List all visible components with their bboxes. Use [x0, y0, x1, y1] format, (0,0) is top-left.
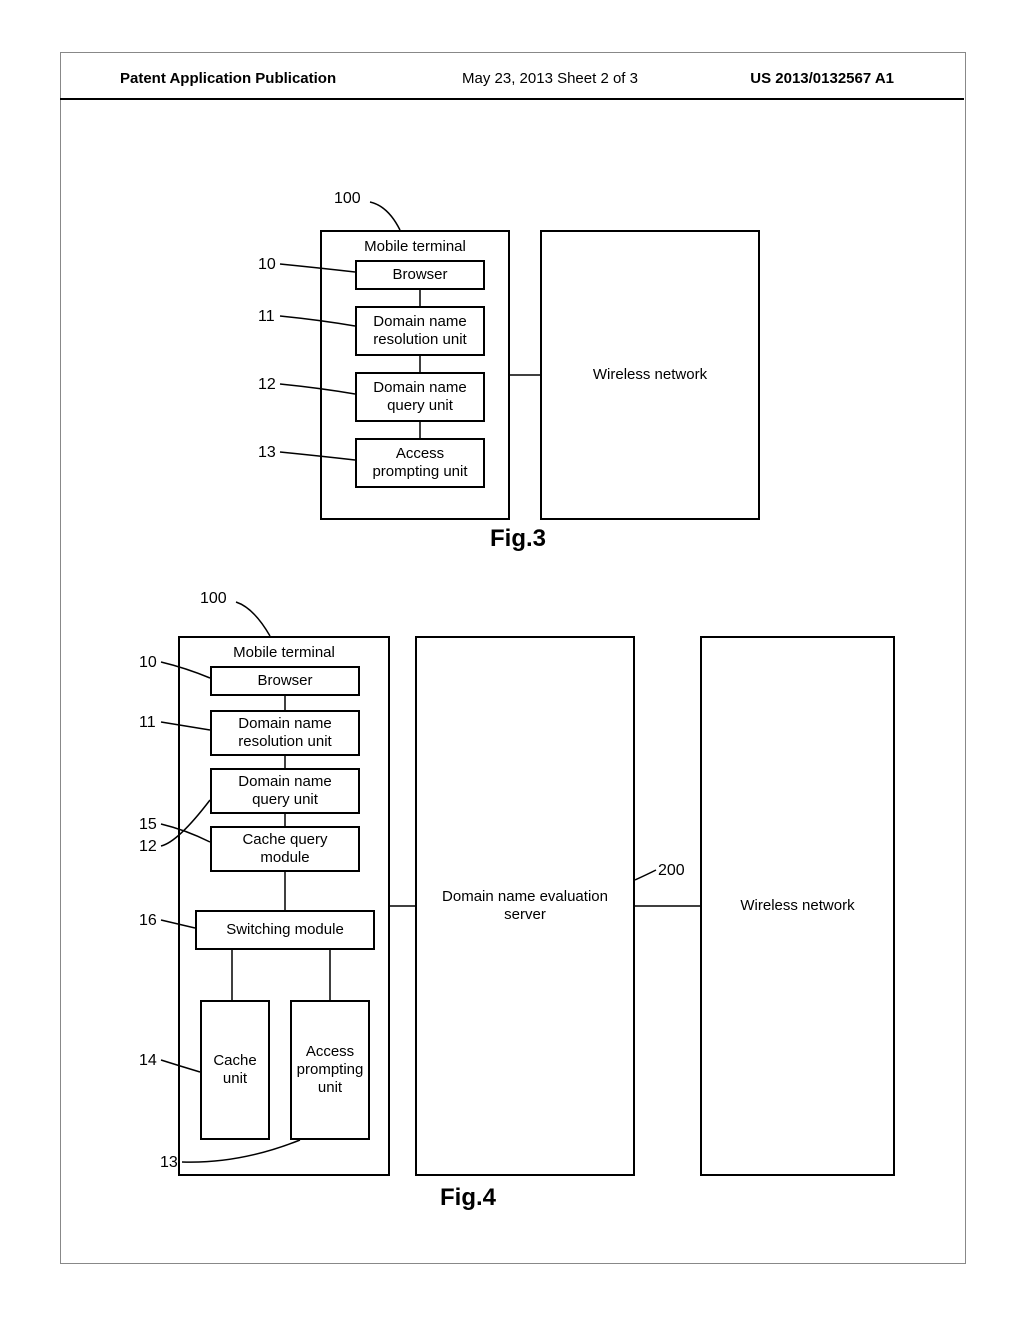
- fig3-wireless-label: Wireless network: [587, 362, 713, 388]
- fig3-browser-label: Browser: [386, 262, 453, 288]
- fig4-ref-11: 11: [139, 714, 156, 732]
- fig3-ref-13: 13: [258, 444, 276, 462]
- fig3-apu-label: Access prompting unit: [357, 441, 483, 485]
- fig4-apu-box: Access prompting unit: [290, 1000, 370, 1140]
- fig4-cache-box: Cache unit: [200, 1000, 270, 1140]
- fig3-mobile-terminal-label: Mobile terminal: [358, 232, 472, 260]
- fig4-dnqu-box: Domain name query unit: [210, 768, 360, 814]
- fig4-swm-label: Switching module: [220, 917, 350, 943]
- fig4-browser-box: Browser: [210, 666, 360, 696]
- fig4-dns-server-label: Domain name evaluation server: [417, 884, 633, 928]
- fig4-browser-label: Browser: [251, 668, 318, 694]
- fig4-ref-10: 10: [139, 654, 157, 672]
- header-right: US 2013/0132567 A1: [750, 70, 894, 87]
- fig3-apu-box: Access prompting unit: [355, 438, 485, 488]
- fig3-dnru-label: Domain name resolution unit: [357, 309, 483, 353]
- fig3-ref-100: 100: [334, 190, 361, 208]
- fig4-ref-14: 14: [139, 1052, 157, 1070]
- fig4-mobile-terminal-label: Mobile terminal: [227, 638, 341, 666]
- fig4-ref-15: 15: [139, 816, 157, 834]
- page-header: Patent Application Publication May 23, 2…: [60, 70, 964, 100]
- fig4-ref-13: 13: [160, 1154, 178, 1172]
- fig4-apu-label: Access prompting unit: [291, 1039, 370, 1101]
- fig4-ref-16: 16: [139, 912, 157, 930]
- fig4-ref-100: 100: [200, 590, 227, 608]
- fig4-wireless-box: Wireless network: [700, 636, 895, 1176]
- fig4-dnru-box: Domain name resolution unit: [210, 710, 360, 756]
- fig3-dnqu-label: Domain name query unit: [357, 375, 483, 419]
- fig3-browser-box: Browser: [355, 260, 485, 290]
- fig3-ref-10: 10: [258, 256, 276, 274]
- fig3-ref-12: 12: [258, 376, 276, 394]
- fig4-dns-server-box: Domain name evaluation server: [415, 636, 635, 1176]
- fig4-cqm-box: Cache query module: [210, 826, 360, 872]
- fig4-dnqu-label: Domain name query unit: [212, 769, 358, 813]
- fig4-ref-200: 200: [658, 862, 685, 880]
- header-rule: [60, 98, 964, 100]
- fig3-dnqu-box: Domain name query unit: [355, 372, 485, 422]
- fig4-dnru-label: Domain name resolution unit: [212, 711, 358, 755]
- fig4-cqm-label: Cache query module: [212, 827, 358, 871]
- fig3-ref-11: 11: [258, 308, 275, 326]
- header-left: Patent Application Publication: [120, 70, 336, 87]
- fig3-caption: Fig.3: [490, 525, 546, 553]
- fig4-cache-label: Cache unit: [202, 1048, 268, 1092]
- fig3-wireless-box: Wireless network: [540, 230, 760, 520]
- fig4-caption: Fig.4: [440, 1184, 496, 1212]
- page: Patent Application Publication May 23, 2…: [0, 0, 1024, 1320]
- header-mid: May 23, 2013 Sheet 2 of 3: [400, 70, 700, 87]
- fig4-ref-12: 12: [139, 838, 157, 856]
- fig3-dnru-box: Domain name resolution unit: [355, 306, 485, 356]
- fig4-wireless-label: Wireless network: [734, 893, 860, 919]
- fig4-swm-box: Switching module: [195, 910, 375, 950]
